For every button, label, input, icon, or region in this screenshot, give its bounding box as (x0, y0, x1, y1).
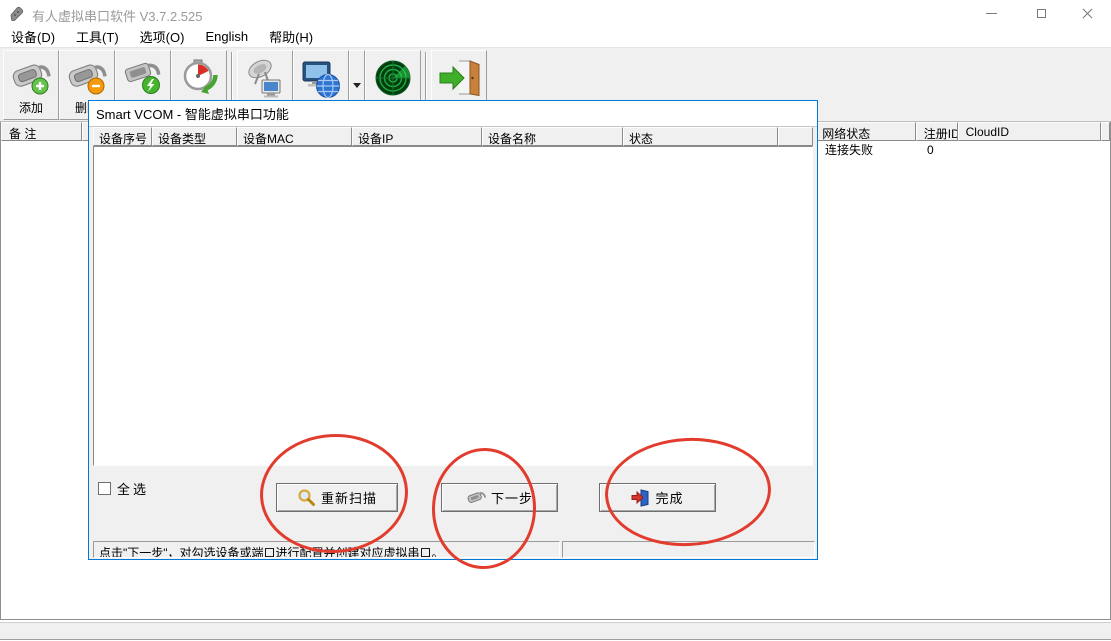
column-cloud-id[interactable]: CloudID (958, 122, 1101, 141)
titlebar: 有人虚拟串口软件 V3.7.2.525 (0, 0, 1111, 26)
column-device-type[interactable]: 设备类型 (152, 127, 237, 146)
dialog-table-header: 设备序号 设备类型 设备MAC 设备IP 设备名称 状态 (93, 127, 813, 146)
app-statusbar (0, 622, 1111, 640)
column-remark[interactable]: 备 注 (1, 122, 82, 141)
column-device-index[interactable]: 设备序号 (93, 127, 152, 146)
window-title: 有人虚拟串口软件 V3.7.2.525 (32, 6, 203, 25)
menubar: 设备(D) 工具(T) 选项(O) English 帮助(H) (0, 26, 1111, 47)
radar-icon (371, 56, 415, 100)
remove-connector-icon (65, 56, 109, 100)
satellite-icon (243, 56, 287, 100)
close-button[interactable] (1070, 0, 1104, 26)
exit-door-icon (437, 56, 481, 100)
maximize-button[interactable] (1024, 0, 1058, 26)
column-device-ip[interactable]: 设备IP (352, 127, 482, 146)
dialog-device-list[interactable] (93, 146, 813, 466)
network-pc-globe-icon (299, 56, 343, 100)
chevron-down-icon (353, 83, 361, 88)
column-register-id[interactable]: 注册ID (916, 122, 958, 141)
toolbar-add-button[interactable]: 添加 (3, 50, 59, 120)
select-all-checkbox[interactable] (98, 482, 111, 495)
menu-help[interactable]: 帮助(H) (262, 25, 320, 48)
dialog-title: Smart VCOM - 智能虚拟串口功能 (96, 104, 289, 123)
minimize-button[interactable] (974, 0, 1008, 26)
column-device-mac[interactable]: 设备MAC (237, 127, 352, 146)
maximize-icon (1037, 9, 1046, 18)
app-logo-icon (9, 5, 25, 21)
column-device-status[interactable]: 状态 (623, 127, 778, 146)
timer-icon (177, 56, 221, 100)
menu-english[interactable]: English (198, 27, 255, 46)
power-connector-icon (121, 56, 165, 100)
cell-register-id: 0 (920, 143, 962, 157)
column-filler (778, 127, 813, 146)
column-filler (1101, 122, 1110, 141)
menu-device[interactable]: 设备(D) (4, 25, 62, 48)
select-all-row: 全选 (98, 479, 149, 498)
menu-tools[interactable]: 工具(T) (69, 25, 126, 48)
add-connector-icon (9, 56, 53, 100)
toolbar-add-label: 添加 (19, 101, 43, 115)
minimize-icon (986, 13, 997, 14)
app-window: 有人虚拟串口软件 V3.7.2.525 设备(D) 工具(T) 选项(O) En… (0, 0, 1111, 641)
select-all-label: 全选 (117, 479, 149, 498)
column-device-name[interactable]: 设备名称 (482, 127, 623, 146)
cell-network-status: 连接失败 (818, 141, 920, 158)
column-network-status[interactable]: 网络状态 (814, 122, 916, 141)
dialog-titlebar[interactable]: Smart VCOM - 智能虚拟串口功能 (89, 101, 817, 127)
close-icon (1082, 8, 1093, 19)
menu-options[interactable]: 选项(O) (133, 25, 192, 48)
